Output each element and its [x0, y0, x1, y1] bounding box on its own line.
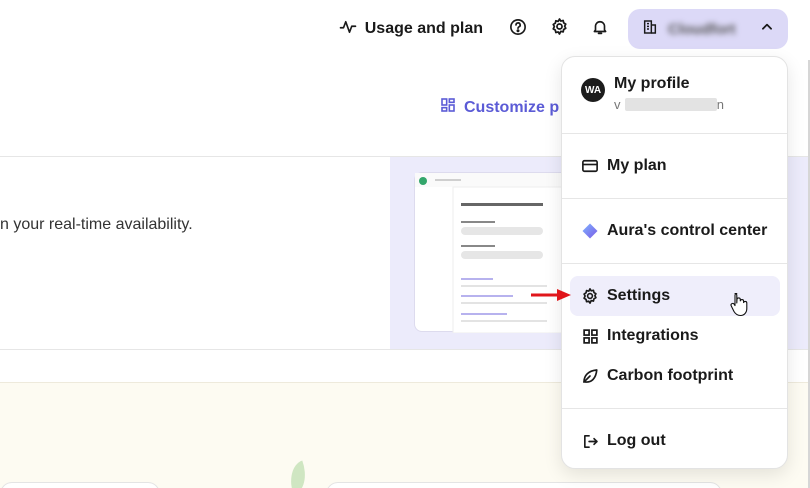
- hand-cursor-icon: [730, 292, 748, 317]
- logout-icon: [581, 432, 599, 450]
- menu-item-log-out[interactable]: Log out: [570, 421, 780, 461]
- usage-and-plan-button[interactable]: Usage and plan: [339, 18, 483, 41]
- account-dropdown-menu: WA My profile v n My plan Aura's control…: [561, 56, 788, 469]
- bottom-card: [0, 482, 160, 488]
- profile-email: v n: [614, 96, 724, 112]
- top-bar: Usage and plan Cloudfort: [0, 0, 810, 58]
- email-fragment-end: n: [716, 96, 724, 112]
- grid-icon: [581, 327, 599, 345]
- menu-divider: [562, 198, 787, 199]
- menu-item-label: Log out: [607, 432, 666, 449]
- card-icon: [581, 157, 599, 175]
- my-profile-item[interactable]: WA My profile v n: [581, 75, 724, 112]
- building-icon: [642, 19, 658, 40]
- customize-label: Customize p: [464, 98, 560, 116]
- activity-icon: [339, 18, 357, 41]
- menu-divider: [562, 263, 787, 264]
- gear-icon: [550, 17, 569, 41]
- leaf-icon: [581, 367, 599, 385]
- chevron-up-icon: [760, 20, 774, 39]
- menu-item-label: My plan: [607, 157, 667, 174]
- menu-item-my-plan[interactable]: My plan: [570, 146, 780, 186]
- annotation-arrow-icon: [531, 289, 571, 301]
- menu-divider: [562, 408, 787, 409]
- my-profile-label: My profile: [614, 75, 690, 92]
- account-menu-button[interactable]: Cloudfort: [628, 9, 788, 49]
- usage-and-plan-label: Usage and plan: [364, 20, 483, 37]
- menu-item-label: Settings: [607, 287, 671, 304]
- menu-item-label: Integrations: [607, 327, 699, 344]
- notifications-button[interactable]: [587, 16, 613, 42]
- email-redaction: [624, 97, 717, 111]
- bottom-card: [326, 482, 722, 488]
- menu-item-control-center[interactable]: Aura's control center: [570, 211, 780, 251]
- menu-item-carbon-footprint[interactable]: Carbon footprint: [570, 356, 780, 396]
- menu-divider: [562, 133, 787, 134]
- diamond-icon: [581, 222, 599, 240]
- gear-icon: [581, 287, 599, 305]
- customize-link[interactable]: Customize p: [440, 97, 559, 118]
- help-button[interactable]: [505, 16, 531, 42]
- preview-illustration: [414, 172, 576, 334]
- menu-item-label: Carbon footprint: [607, 367, 734, 384]
- avatar: WA: [581, 78, 605, 102]
- account-name: Cloudfort: [668, 20, 736, 38]
- email-fragment-start: v: [614, 96, 621, 112]
- menu-item-integrations[interactable]: Integrations: [570, 316, 780, 356]
- availability-description: n your real-time availability.: [0, 216, 193, 233]
- help-icon: [509, 18, 527, 41]
- bell-icon: [591, 18, 609, 41]
- dashboard-icon: [440, 97, 456, 118]
- settings-button[interactable]: [546, 16, 572, 42]
- menu-item-label: Aura's control center: [607, 222, 768, 239]
